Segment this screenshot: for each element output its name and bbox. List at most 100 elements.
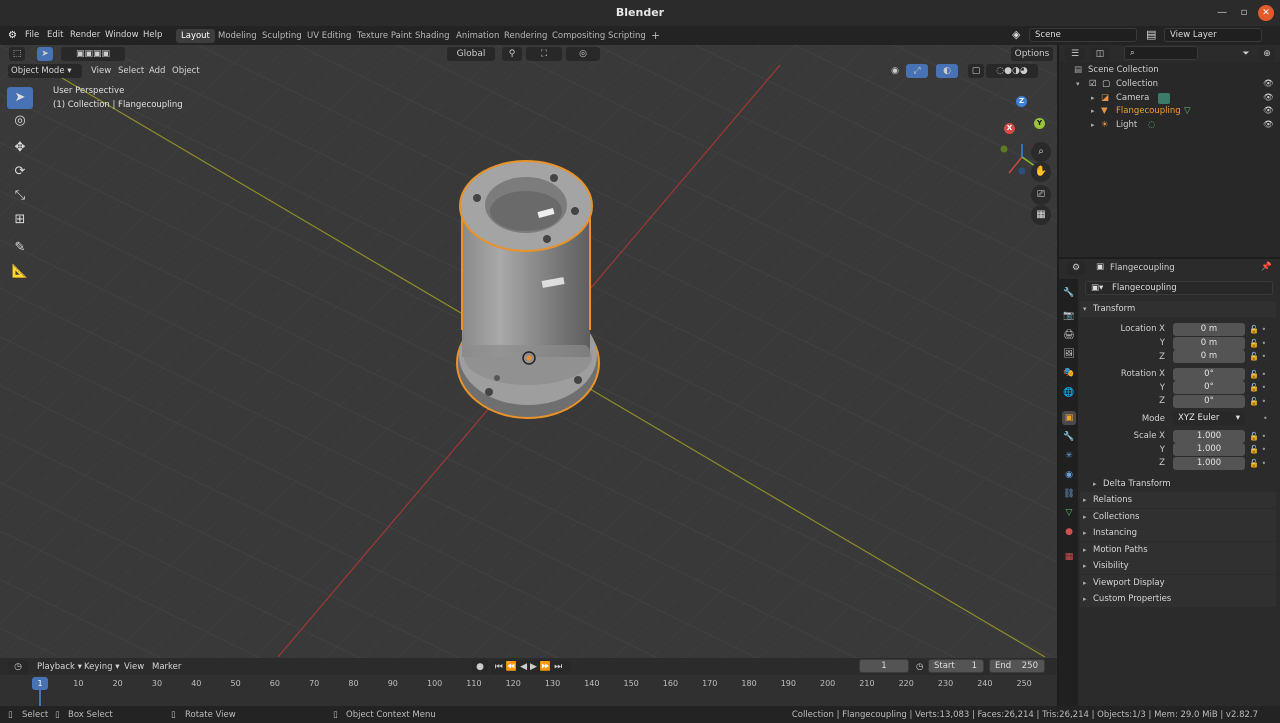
expand-arrow-icon[interactable]: ▸ [1091,92,1095,105]
pin-icon[interactable]: 📌 [1261,262,1272,272]
transform-orientation-dropdown[interactable]: Global [447,47,495,61]
render-tab-icon[interactable]: 📷 [1062,309,1076,323]
eye-icon[interactable]: 👁 [1263,78,1274,91]
tool-tab-icon[interactable]: 🔧 [1062,286,1076,300]
rotate-tool-icon[interactable]: ⟳ [7,161,33,183]
scale-z-field[interactable]: 1.000 [1173,457,1245,470]
gizmo-y-icon[interactable]: Y [1034,118,1045,129]
annotate-tool-icon[interactable]: ✎ [7,237,33,259]
expand-arrow-icon[interactable]: ▾ [1076,78,1080,91]
rotation-x-field[interactable]: 0° [1173,368,1245,381]
lock-icon[interactable]: 🔓 • [1249,397,1266,406]
location-x-field[interactable]: 0 m [1173,323,1245,336]
outliner-item-flangecoupling[interactable]: ▸ ▼ Flangecoupling ▽ 👁 [1059,105,1280,118]
menu-help[interactable]: Help [143,30,162,40]
rotation-mode-dropdown[interactable]: XYZ Euler ▾ [1173,412,1245,425]
lock-icon[interactable]: 🔓 • [1249,370,1266,379]
pivot-icon[interactable]: ⚲ [502,47,522,61]
section-motion-paths[interactable]: ▸ Motion Paths [1080,542,1276,558]
current-frame-field[interactable]: 1 [859,659,909,673]
scale-tool-icon[interactable]: ⤡ [7,185,33,207]
clock-icon[interactable]: ◷ [913,660,926,674]
menu-keying[interactable]: Keying ▾ [81,660,123,674]
tab-scripting[interactable]: Scripting [603,29,651,43]
display-mode-icon[interactable]: ◫ [1090,47,1110,61]
outliner-collection[interactable]: ▾ ☑ ▢ Collection 👁 [1059,78,1280,91]
world-tab-icon[interactable]: 🌐 [1062,386,1076,400]
scene-field[interactable]: Scene [1029,28,1137,42]
measure-tool-icon[interactable]: 📐 [7,261,33,283]
section-viewport-display[interactable]: ▸ Viewport Display [1080,575,1276,591]
options-dropdown[interactable]: Options [1011,47,1053,61]
menu-select[interactable]: Select [115,64,147,78]
section-custom-properties[interactable]: ▸ Custom Properties [1080,591,1276,607]
close-icon[interactable]: ✕ [1258,5,1274,21]
scene-tab-icon[interactable]: 🎭 [1062,366,1076,380]
menu-render[interactable]: Render [70,30,100,40]
gizmo-z-icon[interactable]: Z [1016,96,1027,107]
menu-edit[interactable]: Edit [47,30,63,40]
menu-add[interactable]: Add [146,64,168,78]
physics-tab-icon[interactable]: ◉ [1062,468,1076,482]
lock-icon[interactable]: 🔓 • [1249,459,1266,468]
maximize-icon[interactable]: ▫ [1236,5,1252,21]
xray-icon[interactable]: ▢ [968,64,984,78]
menu-playback[interactable]: Playback ▾ [34,660,85,674]
location-z-field[interactable]: 0 m [1173,350,1245,363]
rotation-y-field[interactable]: 0° [1173,381,1245,394]
section-collections[interactable]: ▸ Collections [1080,509,1276,525]
menu-timeline-view[interactable]: View [121,660,147,674]
section-relations[interactable]: ▸ Relations [1080,492,1276,508]
blender-logo-icon[interactable]: ⚙ [8,30,17,41]
playhead[interactable]: 1 [32,677,48,690]
data-tab-icon[interactable]: ▽ [1062,506,1076,520]
outliner-item-light[interactable]: ▸ ☀ Light ◌ 👁 [1059,119,1280,132]
location-y-field[interactable]: 0 m [1173,337,1245,350]
visibility-icon[interactable]: ◉ [884,64,906,78]
tab-animation[interactable]: Animation [451,29,504,43]
checkbox-icon[interactable]: ☑ [1089,78,1097,91]
pan-hand-icon[interactable]: ✋ [1031,162,1051,182]
lock-icon[interactable]: 🔓 • [1249,432,1266,441]
gizmo-x-icon[interactable]: X [1004,123,1015,134]
overlay-toggle-icon[interactable]: ◐ [936,64,958,78]
transform-tool-icon[interactable]: ⊞ [7,209,33,231]
lock-icon[interactable]: 🔓 • [1249,352,1266,361]
select-cursor-icon[interactable]: ➤ [37,47,53,61]
eye-icon[interactable]: 👁 [1263,119,1274,132]
tab-shading[interactable]: Shading [410,29,455,43]
tab-sculpting[interactable]: Sculpting [257,29,307,43]
tab-texture-paint[interactable]: Texture Paint [352,29,417,43]
record-icon[interactable]: ● [472,660,488,674]
tab-compositing[interactable]: Compositing [547,29,610,43]
keyframe-dot-icon[interactable]: • [1263,414,1268,423]
menu-marker[interactable]: Marker [149,660,184,674]
move-tool-icon[interactable]: ✥ [7,137,33,159]
menu-file[interactable]: File [25,30,39,40]
editor-type-icon[interactable]: ⬚ [9,47,25,61]
object-tab-icon[interactable]: ▣ [1062,411,1076,425]
lock-icon[interactable]: 🔓 • [1249,383,1266,392]
section-visibility[interactable]: ▸ Visibility [1080,558,1276,574]
add-workspace-icon[interactable]: + [646,29,665,43]
outliner-scene-collection[interactable]: ▤ Scene Collection [1059,64,1280,77]
eye-icon[interactable]: 👁 [1263,92,1274,105]
selection-mode-icons[interactable]: ▣▣▣▣ [61,47,125,61]
view-layer-tab-icon[interactable]: 🖼 [1062,347,1076,361]
menu-window[interactable]: Window [105,30,139,40]
datablock-field[interactable]: ▣▾ Flangecoupling [1085,281,1273,295]
expand-arrow-icon[interactable]: ▸ [1091,105,1095,118]
constraints-tab-icon[interactable]: ⛓ [1062,487,1076,501]
zoom-icon[interactable]: ⌕ [1031,142,1051,162]
properties-editor-icon[interactable]: ⚙ [1066,261,1086,275]
texture-tab-icon[interactable]: ▦ [1062,550,1076,564]
tab-layout[interactable]: Layout [176,29,215,43]
gizmo-toggle-icon[interactable]: ⤢ [906,64,928,78]
lock-icon[interactable]: 🔓 • [1249,325,1266,334]
scene-icon[interactable]: ◈ [1012,28,1020,41]
snap-icon[interactable]: ⛶ [526,47,562,61]
start-frame-field[interactable]: Start 1 [928,659,984,673]
tab-uv-editing[interactable]: UV Editing [302,29,356,43]
playback-controls[interactable]: ⏮⏪◀▶⏩⏭ [490,660,570,674]
material-tab-icon[interactable]: ● [1062,525,1076,539]
